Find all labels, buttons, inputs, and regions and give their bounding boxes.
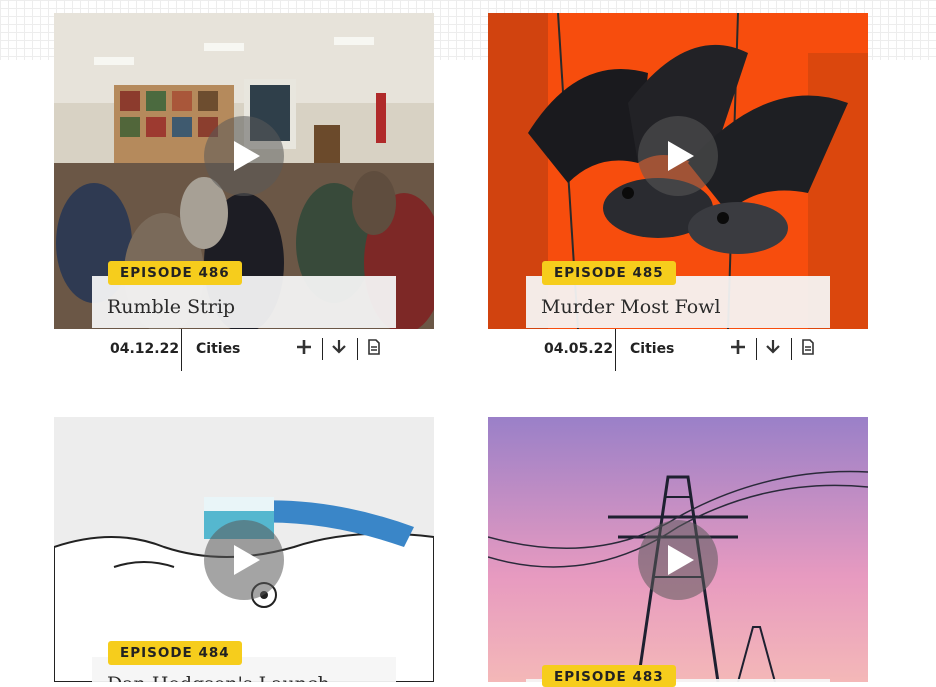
divider xyxy=(322,338,323,360)
episode-title[interactable]: Dan Hodgson's Launch xyxy=(107,673,330,682)
episode-meta: 04.12.22 Cities xyxy=(54,329,434,371)
divider xyxy=(181,329,182,371)
episode-date: 04.12.22 xyxy=(110,341,180,357)
play-icon xyxy=(234,545,260,575)
play-button[interactable] xyxy=(204,520,284,600)
download-icon[interactable] xyxy=(330,338,348,356)
plus-icon[interactable] xyxy=(729,338,747,356)
play-button[interactable] xyxy=(638,520,718,600)
episode-badge: EPISODE 484 xyxy=(108,641,242,665)
episode-badge: EPISODE 483 xyxy=(542,665,676,687)
play-icon xyxy=(234,141,260,171)
episode-thumbnail[interactable] xyxy=(488,417,868,682)
divider xyxy=(615,329,616,371)
play-icon xyxy=(668,545,694,575)
episode-meta: 04.05.22 Cities xyxy=(488,329,868,371)
transcript-icon[interactable] xyxy=(799,338,817,356)
play-button[interactable] xyxy=(638,116,718,196)
episode-category[interactable]: Cities xyxy=(196,341,240,357)
play-icon xyxy=(668,141,694,171)
episode-badge: EPISODE 485 xyxy=(542,261,676,285)
download-icon[interactable] xyxy=(764,338,782,356)
transcript-icon[interactable] xyxy=(365,338,383,356)
episode-title[interactable]: Rumble Strip xyxy=(107,296,235,318)
episode-title[interactable]: Murder Most Fowl xyxy=(541,296,721,318)
plus-icon[interactable] xyxy=(295,338,313,356)
divider xyxy=(756,338,757,360)
play-button[interactable] xyxy=(204,116,284,196)
episode-category[interactable]: Cities xyxy=(630,341,674,357)
episode-date: 04.05.22 xyxy=(544,341,614,357)
divider xyxy=(357,338,358,360)
episode-badge: EPISODE 486 xyxy=(108,261,242,285)
divider xyxy=(791,338,792,360)
